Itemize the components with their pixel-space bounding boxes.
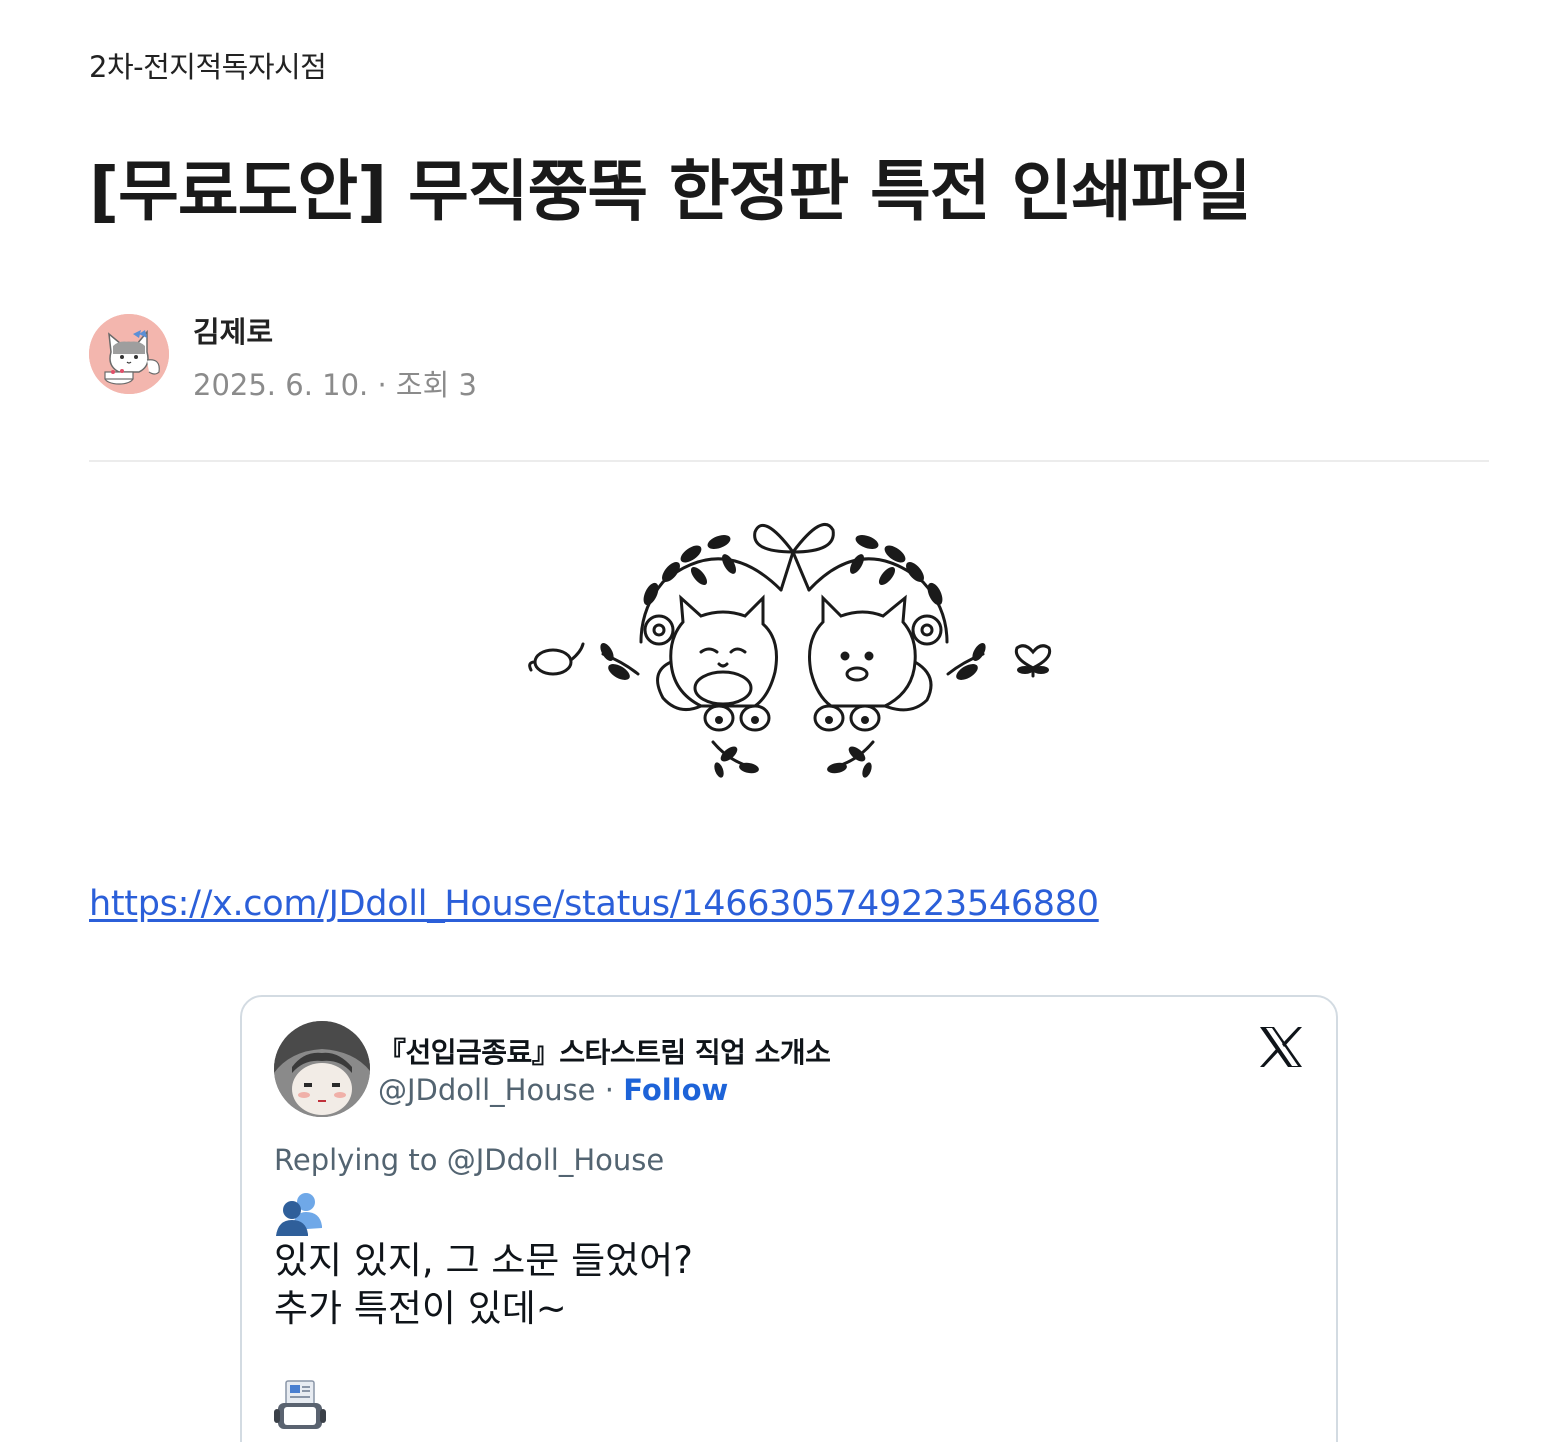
embed-separator: ·: [604, 1073, 614, 1107]
cat-avatar-icon: [89, 314, 169, 394]
x-logo-icon[interactable]: [1258, 1025, 1304, 1069]
embed-avatar[interactable]: [274, 1021, 370, 1117]
x-logo-svg: [1260, 1027, 1302, 1067]
post-date: 2025. 6. 10.: [193, 368, 369, 402]
people-icon: [276, 1193, 322, 1236]
post-views: 조회 3: [395, 368, 477, 402]
embed-handle[interactable]: @JDdoll_House: [378, 1073, 596, 1107]
post-category[interactable]: 2차-전지적독자시점: [89, 44, 327, 86]
wreath-illustration: [523, 512, 1053, 782]
tweet-embed-card[interactable]: 『선입금종료』스타스트림 직업 소개소 @JDdoll_House · Foll…: [240, 995, 1338, 1442]
divider: [89, 460, 1489, 462]
replying-to: Replying to @JDdoll_House: [274, 1143, 665, 1177]
follow-button[interactable]: Follow: [623, 1073, 728, 1107]
tweet-text: 있지 있지, 그 소문 들었어? 추가 특전이 있데~: [274, 1239, 693, 1330]
embed-handle-row: @JDdoll_House · Follow: [378, 1073, 728, 1107]
busts-in-silhouette-emoji: [274, 1190, 326, 1236]
embed-display-name[interactable]: 『선입금종료』스타스트림 직업 소개소: [378, 1031, 831, 1071]
meta-separator: ·: [377, 368, 387, 402]
author-avatar[interactable]: [89, 314, 169, 394]
cats-wreath-image: [528, 523, 1052, 778]
doll-avatar-icon: [274, 1021, 370, 1117]
tweet-link[interactable]: https://x.com/JDdoll_House/status/146630…: [89, 884, 1099, 924]
fax-icon: [274, 1380, 326, 1429]
author-name[interactable]: 김제로: [193, 309, 273, 351]
fax-machine-emoji: [274, 1379, 326, 1435]
post-title: [무료도안] 무직쭝똑 한정판 특전 인쇄파일: [89, 153, 1251, 230]
post-meta: 2025. 6. 10. · 조회 3: [193, 362, 477, 404]
